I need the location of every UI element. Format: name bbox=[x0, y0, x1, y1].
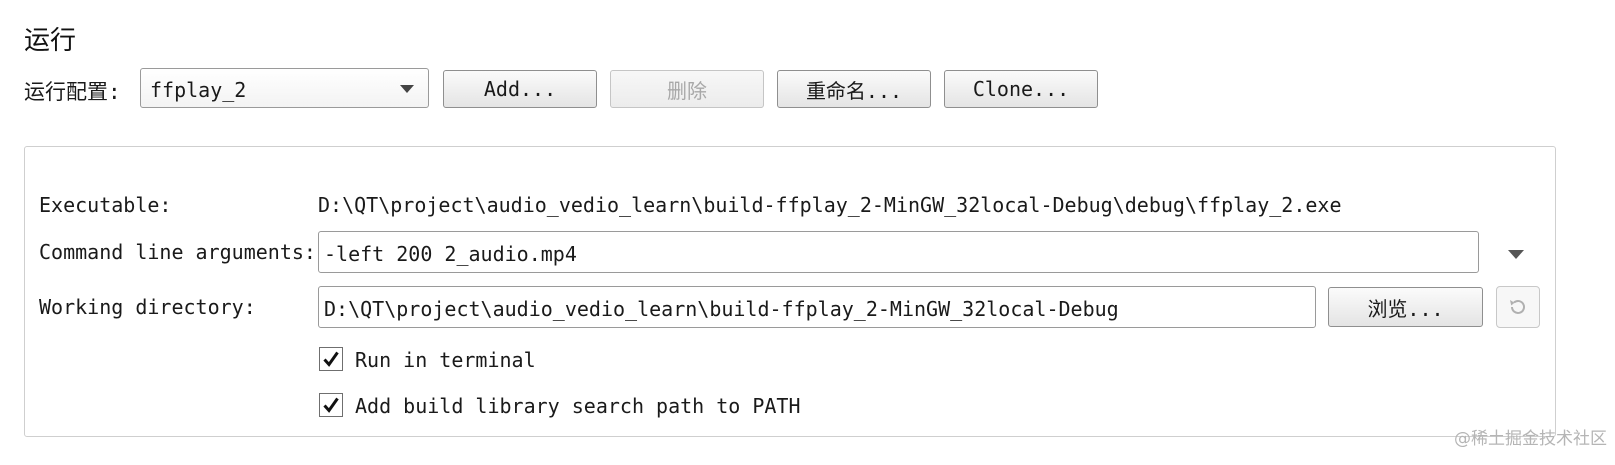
reset-icon bbox=[1510, 299, 1525, 314]
working-directory-label: Working directory: bbox=[39, 295, 256, 319]
run-in-terminal-label[interactable]: Run in terminal bbox=[355, 348, 536, 372]
run-in-terminal-checkbox[interactable] bbox=[319, 347, 343, 371]
working-directory-input[interactable]: D:\QT\project\audio_vedio_learn\build-ff… bbox=[318, 286, 1316, 328]
executable-label: Executable: bbox=[39, 193, 172, 217]
clone-button[interactable]: Clone... bbox=[944, 70, 1098, 108]
section-title: 运行 bbox=[24, 26, 77, 56]
run-config-value: ffplay_2 bbox=[150, 78, 247, 102]
run-config-select[interactable]: ffplay_2 bbox=[140, 68, 429, 108]
add-library-path-checkbox[interactable] bbox=[319, 393, 343, 417]
run-config-label: 运行配置: bbox=[24, 80, 121, 104]
browse-button[interactable]: 浏览... bbox=[1328, 287, 1483, 327]
arguments-label: Command line arguments: bbox=[39, 240, 316, 264]
watermark: @稀土掘金技术社区 bbox=[1454, 429, 1607, 449]
add-button[interactable]: Add... bbox=[443, 70, 597, 108]
chevron-down-icon[interactable] bbox=[1508, 250, 1524, 259]
delete-button[interactable]: 删除 bbox=[610, 70, 764, 108]
arguments-input[interactable]: -left 200 2_audio.mp4 bbox=[318, 231, 1479, 273]
reset-button[interactable] bbox=[1496, 286, 1540, 328]
checkmark-icon bbox=[323, 397, 339, 413]
checkmark-icon bbox=[323, 351, 339, 367]
executable-path: D:\QT\project\audio_vedio_learn\build-ff… bbox=[318, 193, 1342, 217]
add-library-path-label[interactable]: Add build library search path to PATH bbox=[355, 394, 801, 418]
rename-button[interactable]: 重命名... bbox=[777, 70, 931, 108]
working-directory-value: D:\QT\project\audio_vedio_learn\build-ff… bbox=[324, 297, 1119, 321]
chevron-down-icon bbox=[400, 85, 414, 93]
arguments-value: -left 200 2_audio.mp4 bbox=[324, 242, 577, 266]
